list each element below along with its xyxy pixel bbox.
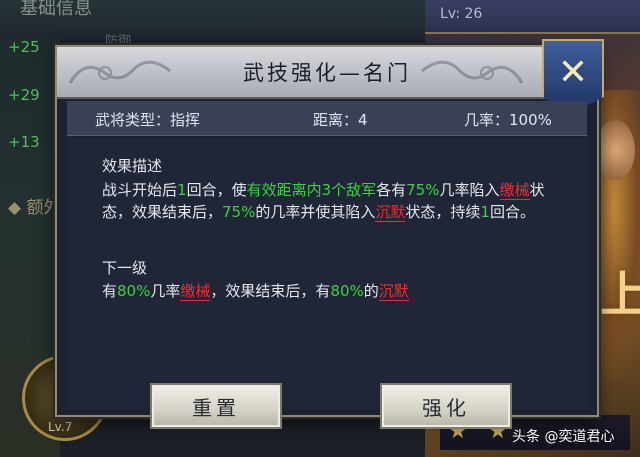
- effect-description: 战斗开始后1回合，使有效距离内3个敌军各有75%几率陷入缴械状态，效果结束后，7…: [102, 179, 572, 223]
- skill-rate: 几率：100%: [464, 111, 552, 129]
- text-segment: 的几率并使其陷入: [255, 203, 376, 221]
- background-hero-level: Lv: 26: [440, 6, 483, 22]
- status-keyword: 沉默: [378, 282, 409, 301]
- background-header-text: 基础信息: [20, 0, 92, 19]
- dialog-title: 武技强化—名门: [243, 61, 411, 85]
- general-info-bar: 武将类型：指挥 距离：4 几率：100%: [67, 101, 587, 136]
- text-segment: 几率陷入: [439, 181, 500, 199]
- highlight-value: 80%: [330, 282, 364, 300]
- highlight-value: 75%: [406, 181, 440, 199]
- highlight-value: 有效距离内3个敌军: [246, 181, 377, 199]
- reset-button[interactable]: 重置: [150, 383, 282, 429]
- effect-heading: 效果描述: [102, 157, 163, 175]
- highlight-value: 1: [480, 203, 490, 221]
- next-level-heading: 下一级: [102, 259, 148, 277]
- status-keyword: 缴械: [180, 282, 211, 301]
- highlight-value: 75%: [222, 203, 256, 221]
- text-segment: 战斗开始后: [102, 181, 178, 199]
- background-stat-3: +13: [8, 133, 40, 151]
- close-x-icon: ✕: [557, 51, 589, 93]
- text-segment: ，效果结束后，有: [210, 282, 331, 300]
- background-hero-banner-char: 上: [600, 267, 640, 323]
- highlight-value: 80%: [117, 282, 151, 300]
- next-level-description: 有80%几率缴械，效果结束后，有80%的沉默: [102, 280, 572, 302]
- background-stat-2: +29: [8, 86, 40, 104]
- text-segment: 状态，持续: [405, 203, 481, 221]
- dialog-header: 武技强化—名门: [57, 47, 597, 99]
- skill-enhance-dialog: 武技强化—名门 ✕ 武将类型：指挥 距离：4 几率：100% 效果描述 战斗开始…: [55, 39, 604, 429]
- text-segment: 回合，使: [186, 181, 247, 199]
- background-extra-label: ◆ 额外: [8, 198, 61, 218]
- skill-range: 距离：4: [313, 111, 368, 129]
- watermark-text: 头条 @奕道君心: [512, 429, 615, 445]
- text-segment: 回合。: [489, 203, 535, 221]
- dialog-body: 效果描述 战斗开始后1回合，使有效距离内3个敌军各有75%几率陷入缴械状态，效果…: [67, 139, 587, 429]
- text-segment: 各有: [376, 181, 407, 199]
- enhance-button[interactable]: 强化: [380, 383, 512, 429]
- status-keyword: 缴械: [499, 181, 530, 200]
- background-orb-label: Lv.7: [48, 420, 73, 434]
- status-keyword: 沉默: [375, 203, 406, 222]
- text-segment: 几率: [150, 282, 181, 300]
- text-segment: 有: [102, 282, 118, 300]
- text-segment: 的: [363, 282, 379, 300]
- general-type: 武将类型：指挥: [95, 111, 201, 129]
- background-hero-face: [595, 120, 635, 180]
- highlight-value: 1: [177, 181, 187, 199]
- background-stat-1: +25: [8, 38, 40, 56]
